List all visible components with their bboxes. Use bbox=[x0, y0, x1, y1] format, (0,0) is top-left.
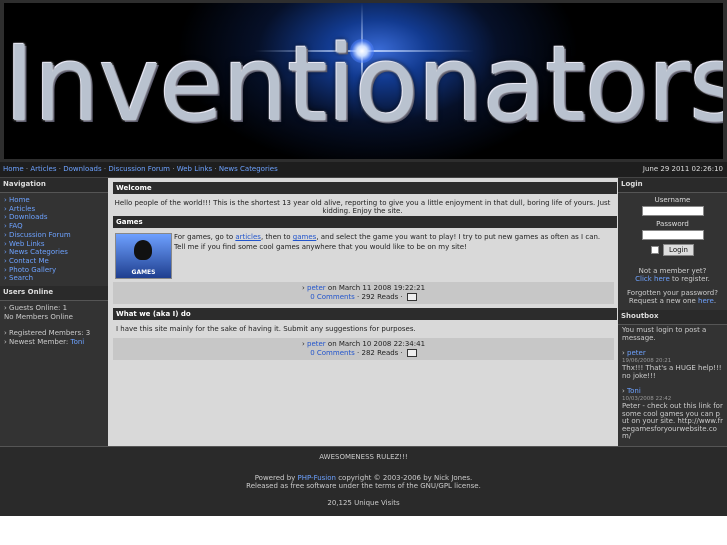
username-label: Username bbox=[654, 196, 691, 204]
sidebar-item-photo-gallery[interactable]: › Photo Gallery bbox=[4, 266, 104, 275]
articles-link[interactable]: articles bbox=[235, 233, 261, 241]
navigation-heading: Navigation bbox=[0, 178, 108, 193]
top-nav-links: Home · Articles · Downloads · Discussion… bbox=[3, 165, 278, 173]
page: Inventionators Home · Articles · Downloa… bbox=[0, 0, 727, 545]
what-post-footer: › peter on March 10 2008 22:34:41 0 Comm… bbox=[113, 338, 614, 360]
sidebar-item-downloads[interactable]: › Downloads bbox=[4, 213, 104, 222]
reset-password-link[interactable]: here bbox=[698, 297, 714, 305]
site-logo-text: Inventionators bbox=[4, 23, 723, 145]
login-button[interactable]: Login bbox=[663, 244, 694, 256]
username-field[interactable] bbox=[641, 206, 704, 216]
page-bottom bbox=[0, 516, 727, 545]
top-navbar: Home · Articles · Downloads · Discussion… bbox=[0, 162, 727, 178]
shoutbox-heading: Shoutbox bbox=[618, 310, 727, 325]
footer-tagline: AWESOMENESS RULEZ!!! bbox=[319, 453, 408, 461]
games-post-body: GAMES For games, go to articles, then to… bbox=[113, 231, 612, 279]
nav-downloads[interactable]: Downloads bbox=[63, 165, 101, 173]
left-sidebar: Navigation › Home › Articles › Downloads… bbox=[0, 178, 108, 446]
nav-news-categories[interactable]: News Categories bbox=[219, 165, 278, 173]
password-field[interactable] bbox=[641, 230, 704, 240]
sidebar-item-faq[interactable]: › FAQ bbox=[4, 222, 104, 231]
server-date: June 29 2011 02:26:10 bbox=[642, 165, 723, 173]
bird-silhouette bbox=[134, 240, 152, 260]
welcome-heading: Welcome bbox=[113, 182, 617, 194]
shoutbox-notice: You must login to post a message. bbox=[622, 326, 707, 342]
shout-text: Thx!!! That's a HUGE help!!! no joke!!! bbox=[622, 364, 722, 380]
what-comments-link[interactable]: 0 Comments bbox=[310, 349, 355, 357]
password-label: Password bbox=[656, 220, 689, 228]
shout-item: › peter 19/06/2008 20:21 Thx!!! That's a… bbox=[622, 349, 722, 380]
shout-author[interactable]: Toni bbox=[627, 387, 641, 395]
games-author[interactable]: peter bbox=[307, 284, 326, 292]
shout-author[interactable]: peter bbox=[627, 349, 646, 357]
license-text: Released as free software under the term… bbox=[246, 482, 481, 490]
members-online: No Members Online bbox=[4, 312, 73, 321]
navigation-list: › Home › Articles › Downloads › FAQ › Di… bbox=[0, 193, 108, 286]
register-link[interactable]: Click here bbox=[635, 275, 670, 283]
guests-online: › Guests Online: 1 bbox=[4, 304, 68, 313]
games-post-footer: › peter on March 11 2008 19:22:21 0 Comm… bbox=[113, 282, 614, 304]
sidebar-item-home[interactable]: › Home bbox=[4, 196, 104, 205]
sidebar-item-contact[interactable]: › Contact Me bbox=[4, 257, 104, 266]
games-image: GAMES bbox=[115, 233, 172, 279]
games-heading: Games bbox=[113, 216, 617, 228]
php-fusion-link[interactable]: PHP-Fusion bbox=[298, 474, 336, 482]
what-we-do-heading: What we (aka I) do bbox=[113, 308, 617, 320]
what-we-do-text: I have this site mainly for the sake of … bbox=[116, 325, 416, 333]
main-content: Welcome Hello people of the world!!! Thi… bbox=[108, 178, 618, 446]
site-footer: AWESOMENESS RULEZ!!! Powered by PHP-Fusi… bbox=[0, 446, 727, 517]
nav-forum[interactable]: Discussion Forum bbox=[108, 165, 170, 173]
users-online-info: › Guests Online: 1 No Members Online › R… bbox=[0, 301, 108, 350]
sidebar-item-search[interactable]: › Search bbox=[4, 274, 104, 283]
users-online-heading: Users Online bbox=[0, 286, 108, 302]
newest-member: › Newest Member: Toni bbox=[4, 338, 85, 347]
shoutbox: You must login to post a message. › pete… bbox=[618, 325, 727, 443]
remember-me-checkbox[interactable] bbox=[651, 246, 660, 254]
print-icon[interactable] bbox=[406, 349, 417, 357]
games-text: For games, go to articles, then to games… bbox=[174, 233, 601, 251]
register-info: Not a member yet? Click here to register… bbox=[627, 267, 718, 305]
right-sidebar: Login Username Password Login Not a memb… bbox=[618, 178, 727, 446]
sidebar-item-forum[interactable]: › Discussion Forum bbox=[4, 231, 104, 240]
sidebar-item-web-links[interactable]: › Web Links bbox=[4, 240, 104, 249]
games-link[interactable]: games bbox=[293, 233, 317, 241]
sidebar-item-articles[interactable]: › Articles bbox=[4, 205, 104, 214]
shout-item: › Toni 10/03/2008 22:42 Peter - check ou… bbox=[622, 387, 723, 440]
what-author[interactable]: peter bbox=[307, 340, 326, 348]
nav-articles[interactable]: Articles bbox=[30, 165, 56, 173]
powered-by: Powered by PHP-Fusion copyright © 2003-2… bbox=[254, 474, 473, 482]
login-heading: Login bbox=[618, 178, 727, 193]
site-banner: Inventionators bbox=[0, 0, 727, 162]
nav-home[interactable]: Home bbox=[3, 165, 24, 173]
sidebar-item-news-categories[interactable]: › News Categories bbox=[4, 248, 104, 257]
shout-text: Peter - check out this link for some coo… bbox=[622, 402, 723, 440]
newest-member-link[interactable]: Toni bbox=[70, 338, 84, 346]
games-comments-link[interactable]: 0 Comments bbox=[310, 293, 355, 301]
registered-members: › Registered Members: 3 bbox=[4, 329, 91, 338]
nav-web-links[interactable]: Web Links bbox=[177, 165, 212, 173]
welcome-text: Hello people of the world!!! This is the… bbox=[114, 199, 611, 215]
visit-counter: 20,125 Unique Visits bbox=[327, 499, 400, 507]
banner-image: Inventionators bbox=[4, 3, 723, 159]
print-icon[interactable] bbox=[406, 293, 417, 301]
login-form: Username Password Login bbox=[618, 193, 727, 259]
